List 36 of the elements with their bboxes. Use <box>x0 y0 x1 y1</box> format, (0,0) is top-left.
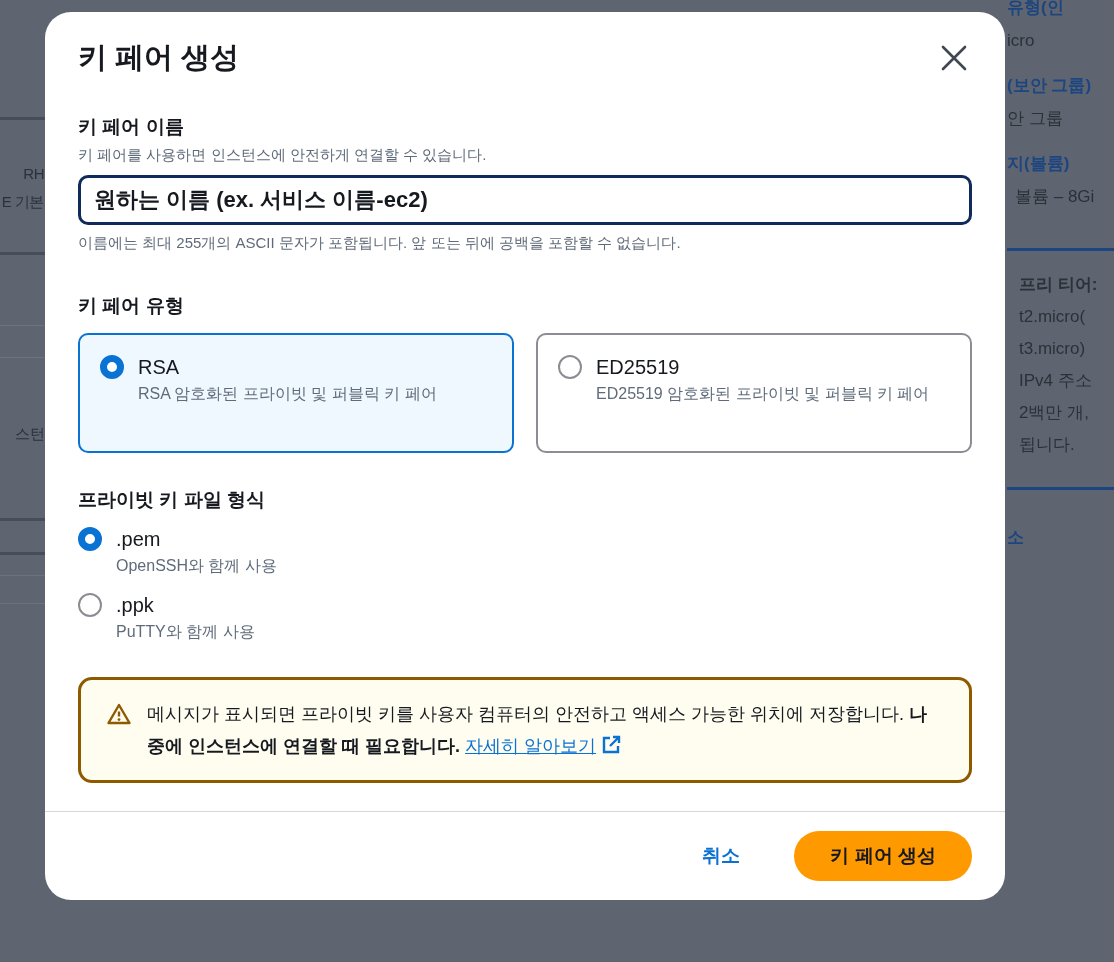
option-description: OpenSSH와 함께 사용 <box>116 556 278 576</box>
option-description: ED25519 암호화된 프라이빗 및 퍼블릭 키 페어 <box>596 384 931 404</box>
field-hint: 이름에는 최대 255개의 ASCII 문자가 포함됩니다. 앞 또는 뒤에 공백을 포함할 수 없습니다. <box>78 234 682 253</box>
option-description: RSA 암호화된 프라이빗 및 퍼블릭 키 페어 <box>138 384 438 404</box>
key-pair-name-field[interactable]: 원하는 이름 (ex. 서비스 이름-ec2) <box>78 175 972 225</box>
warning-message: 메시지가 표시되면 프라이빗 키를 사용자 컴퓨터의 안전하고 액세스 가능한 위치에 저장합니다. 나중에 인스턴스에 연결할 때 필요합니다. 자세히 알아보기 <box>147 703 928 758</box>
cancel-button[interactable]: 취소 <box>696 842 747 870</box>
field-label: 키 페어 이름 <box>78 115 185 139</box>
create-key-pair-button[interactable]: 키 페어 생성 <box>794 831 972 881</box>
close-icon[interactable] <box>940 44 968 72</box>
key-type-option[interactable]: ED25519 ED25519 암호화된 프라이빗 및 퍼블릭 키 페어 <box>536 333 972 453</box>
key-type-option[interactable]: RSA RSA 암호화된 프라이빗 및 퍼블릭 키 페어 <box>78 333 514 453</box>
learn-more-link[interactable]: 자세히 알아보기 <box>465 736 597 756</box>
section-label: 프라이빗 키 파일 형식 <box>78 488 266 512</box>
option-title: .ppk <box>116 593 155 618</box>
radio-button[interactable] <box>558 355 582 379</box>
background-text: t2.micro( <box>1019 306 1087 328</box>
background-text: 볼륨 – 8Gi <box>1014 186 1096 208</box>
background-text: icro <box>1007 30 1036 52</box>
section-label: 키 페어 유형 <box>78 294 185 318</box>
option-title: .pem <box>116 527 162 552</box>
option-title: ED25519 <box>596 355 681 380</box>
background-text: t3.micro) <box>1019 338 1087 360</box>
radio-button[interactable] <box>78 527 102 551</box>
radio-button[interactable] <box>100 355 124 379</box>
external-link-icon[interactable] <box>601 735 622 755</box>
option-title: RSA <box>138 355 181 380</box>
background-heading: (보안 그룹) <box>1007 75 1093 97</box>
option-description: PuTTY와 함께 사용 <box>116 622 256 642</box>
background-heading: 유형(인 <box>1007 0 1065 19</box>
radio-button[interactable] <box>78 593 102 617</box>
warning-icon <box>107 703 131 725</box>
dialog-title: 키 페어 생성 <box>78 40 240 75</box>
field-description: 키 페어를 사용하면 인스턴스에 안전하게 연결할 수 있습니다. <box>78 146 488 165</box>
background-heading: 소 <box>1007 527 1025 549</box>
background-heading: 지(볼륨) <box>1007 153 1071 175</box>
